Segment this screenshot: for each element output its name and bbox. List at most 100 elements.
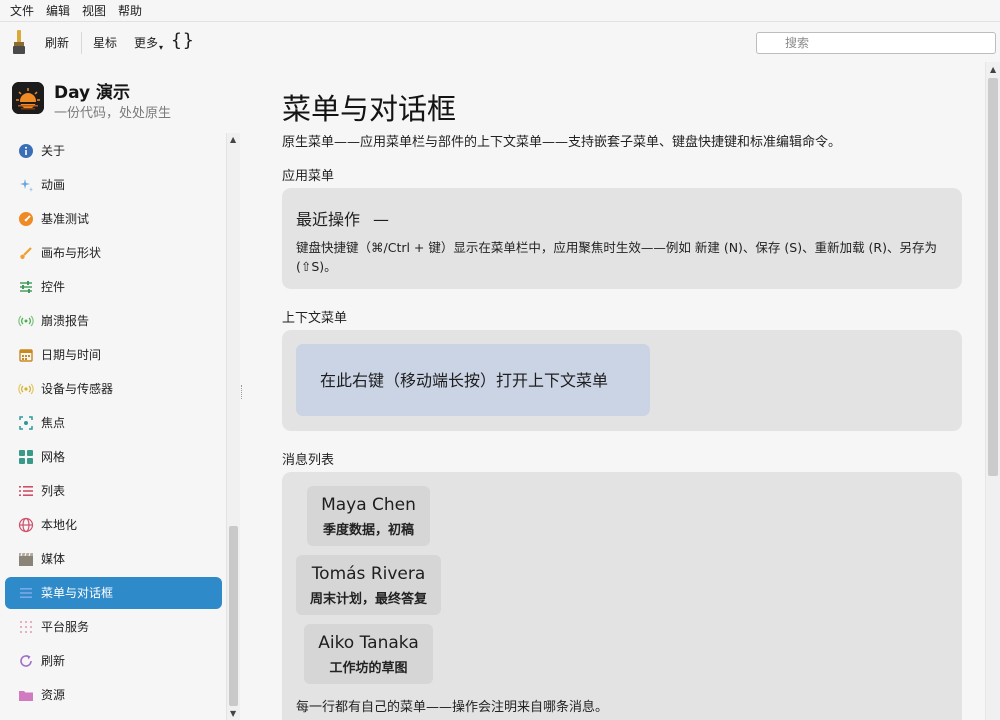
sidebar-item-label: 资源 — [41, 688, 66, 702]
more-label: 更多 — [134, 36, 159, 50]
gauge-icon — [19, 212, 33, 226]
app-subtitle: 一份代码，处处原生 — [54, 106, 172, 121]
scroll-up-icon[interactable]: ▲ — [230, 135, 236, 144]
broadcast-icon — [18, 315, 34, 327]
sidebar-item-label: 本地化 — [41, 518, 78, 532]
braces-button[interactable]: {} — [171, 30, 195, 51]
sidebar-item-label: 基准测试 — [41, 212, 90, 226]
sidebar-item-label: 崩溃报告 — [41, 314, 90, 328]
main-scroll-thumb[interactable] — [988, 78, 998, 476]
folder-icon — [19, 691, 33, 701]
sidebar-item-label: 控件 — [41, 280, 66, 294]
message-list-card: Maya Chen 季度数据，初稿 Tomás Rivera 周末计划，最终答复… — [282, 472, 962, 720]
sidebar-item-benchmark[interactable]: 基准测试 — [5, 203, 222, 235]
globe-icon — [18, 517, 34, 533]
sidebar-scroll-thumb[interactable] — [229, 526, 238, 706]
main-scrollbar[interactable]: ▲ — [985, 62, 1000, 720]
grid-icon — [19, 450, 33, 464]
menu-help[interactable]: 帮助 — [113, 0, 149, 22]
refresh-button[interactable]: 刷新 — [45, 22, 69, 62]
brush-icon — [20, 247, 32, 259]
sidebar-item-label: 日期与时间 — [41, 348, 102, 362]
search-input[interactable] — [756, 32, 996, 54]
sidebar-item-platform[interactable]: 平台服务 — [5, 611, 222, 643]
info-icon — [19, 144, 33, 158]
sidebar-item-canvas[interactable]: 画布与形状 — [5, 237, 222, 269]
sidebar-item-label: 列表 — [41, 484, 66, 498]
refresh-icon — [20, 655, 32, 667]
recent-value: — — [373, 210, 390, 229]
more-button[interactable]: 更多▾ — [134, 22, 163, 62]
toolbar-separator — [81, 32, 82, 54]
sidebar-scrollbar[interactable]: ▲ ▼ — [226, 133, 240, 720]
sidebar-item-label: 菜单与对话框 — [41, 586, 114, 600]
message-row[interactable]: Maya Chen 季度数据，初稿 — [307, 486, 430, 546]
sidebar-item-grid[interactable]: 网格 — [5, 441, 222, 473]
message-list-note: 每一行都有自己的菜单——操作会注明来自哪条消息。 — [296, 700, 609, 715]
toolbar: 刷新 星标 更多▾ {} — [0, 22, 1000, 62]
sidebar-item-datetime[interactable]: 日期与时间 — [5, 339, 222, 371]
sparkle-icon — [20, 179, 33, 192]
sidebar-item-list[interactable]: 列表 — [5, 475, 222, 507]
sidebar-item-controls[interactable]: 控件 — [5, 271, 222, 303]
scroll-up-icon[interactable]: ▲ — [990, 65, 996, 74]
sidebar-item-label: 动画 — [41, 178, 66, 192]
calendar-icon — [19, 349, 33, 362]
message-sender: Aiko Tanaka — [318, 633, 419, 653]
sidebar-item-about[interactable]: 关于 — [5, 135, 222, 167]
message-row[interactable]: Tomás Rivera 周末计划，最终答复 — [296, 555, 441, 615]
menu-icon — [20, 588, 32, 598]
app-title: Day 演示 — [54, 83, 131, 103]
context-menu-label: 上下文菜单 — [282, 311, 348, 326]
menu-edit[interactable]: 编辑 — [41, 0, 77, 22]
sidebar-item-media[interactable]: 媒体 — [5, 543, 222, 575]
star-button[interactable]: 星标 — [93, 22, 117, 62]
app-logo-icon — [12, 82, 44, 114]
brush-logo-icon — [13, 30, 25, 54]
message-sender: Maya Chen — [321, 495, 416, 515]
message-subject: 工作坊的草图 — [329, 661, 408, 676]
menu-file[interactable]: 文件 — [0, 0, 41, 22]
chevron-down-icon: ▾ — [159, 43, 164, 52]
sidebar-item-label: 媒体 — [41, 552, 66, 566]
sidebar-item-refresh[interactable]: 刷新 — [5, 645, 222, 677]
app-menu-card: 最近操作 — 键盘快捷键（⌘/Ctrl + 键）显示在菜单栏中，应用聚焦时生效——… — [282, 188, 962, 289]
sidebar-item-localization[interactable]: 本地化 — [5, 509, 222, 541]
focus-icon — [19, 416, 33, 430]
sidebar-nav: 关于 动画 基准测试 画布与形状 控件 崩溃报告 日期与时间 设备与传感器 焦点… — [0, 135, 226, 720]
sidebar-item-label: 网格 — [41, 450, 66, 464]
page-title: 菜单与对话框 — [282, 92, 457, 126]
context-menu-card: 在此右键（移动端长按）打开上下文菜单 — [282, 330, 962, 431]
main-content: 菜单与对话框 原生菜单——应用菜单栏与部件的上下文菜单——支持嵌套子菜单、键盘快… — [243, 62, 985, 720]
recent-title: 最近操作 — [296, 210, 361, 229]
page-description: 原生菜单——应用菜单栏与部件的上下文菜单——支持嵌套子菜单、键盘快捷键和标准编辑… — [282, 135, 842, 150]
message-row[interactable]: Aiko Tanaka 工作坊的草图 — [304, 624, 433, 684]
message-subject: 季度数据，初稿 — [322, 523, 414, 538]
clapper-icon — [19, 552, 33, 566]
sidebar-item-label: 设备与传感器 — [41, 382, 114, 396]
sidebar-item-label: 平台服务 — [41, 620, 90, 634]
list-icon — [19, 486, 33, 496]
app-menu-label: 应用菜单 — [282, 169, 335, 184]
sidebar-item-label: 刷新 — [41, 654, 66, 668]
message-subject: 周末计划，最终答复 — [309, 592, 427, 607]
sidebar-item-menus-dialogs[interactable]: 菜单与对话框 — [5, 577, 222, 609]
sidebar-item-devices[interactable]: 设备与传感器 — [5, 373, 222, 405]
recent-action: 最近操作 — — [296, 206, 389, 230]
scroll-down-icon[interactable]: ▼ — [230, 709, 236, 718]
sliders-icon — [20, 281, 32, 293]
dots-grid-icon — [20, 621, 32, 633]
sidebar-item-crash[interactable]: 崩溃报告 — [5, 305, 222, 337]
menu-view[interactable]: 视图 — [77, 0, 113, 22]
sidebar-item-label: 画布与形状 — [41, 246, 102, 260]
sidebar-item-focus[interactable]: 焦点 — [5, 407, 222, 439]
sensor-icon — [18, 383, 34, 395]
context-menu-target[interactable]: 在此右键（移动端长按）打开上下文菜单 — [296, 344, 650, 416]
sidebar-item-resources[interactable]: 资源 — [5, 679, 222, 711]
sidebar-item-animation[interactable]: 动画 — [5, 169, 222, 201]
shortcut-description: 键盘快捷键（⌘/Ctrl + 键）显示在菜单栏中，应用聚焦时生效——例如 新建 … — [296, 240, 937, 274]
sidebar: Day 演示 一份代码，处处原生 关于 动画 基准测试 画布与形状 控件 崩溃报… — [0, 62, 242, 720]
sidebar-item-label: 焦点 — [41, 416, 66, 430]
sidebar-item-label: 关于 — [41, 144, 66, 158]
message-sender: Tomás Rivera — [311, 564, 426, 584]
